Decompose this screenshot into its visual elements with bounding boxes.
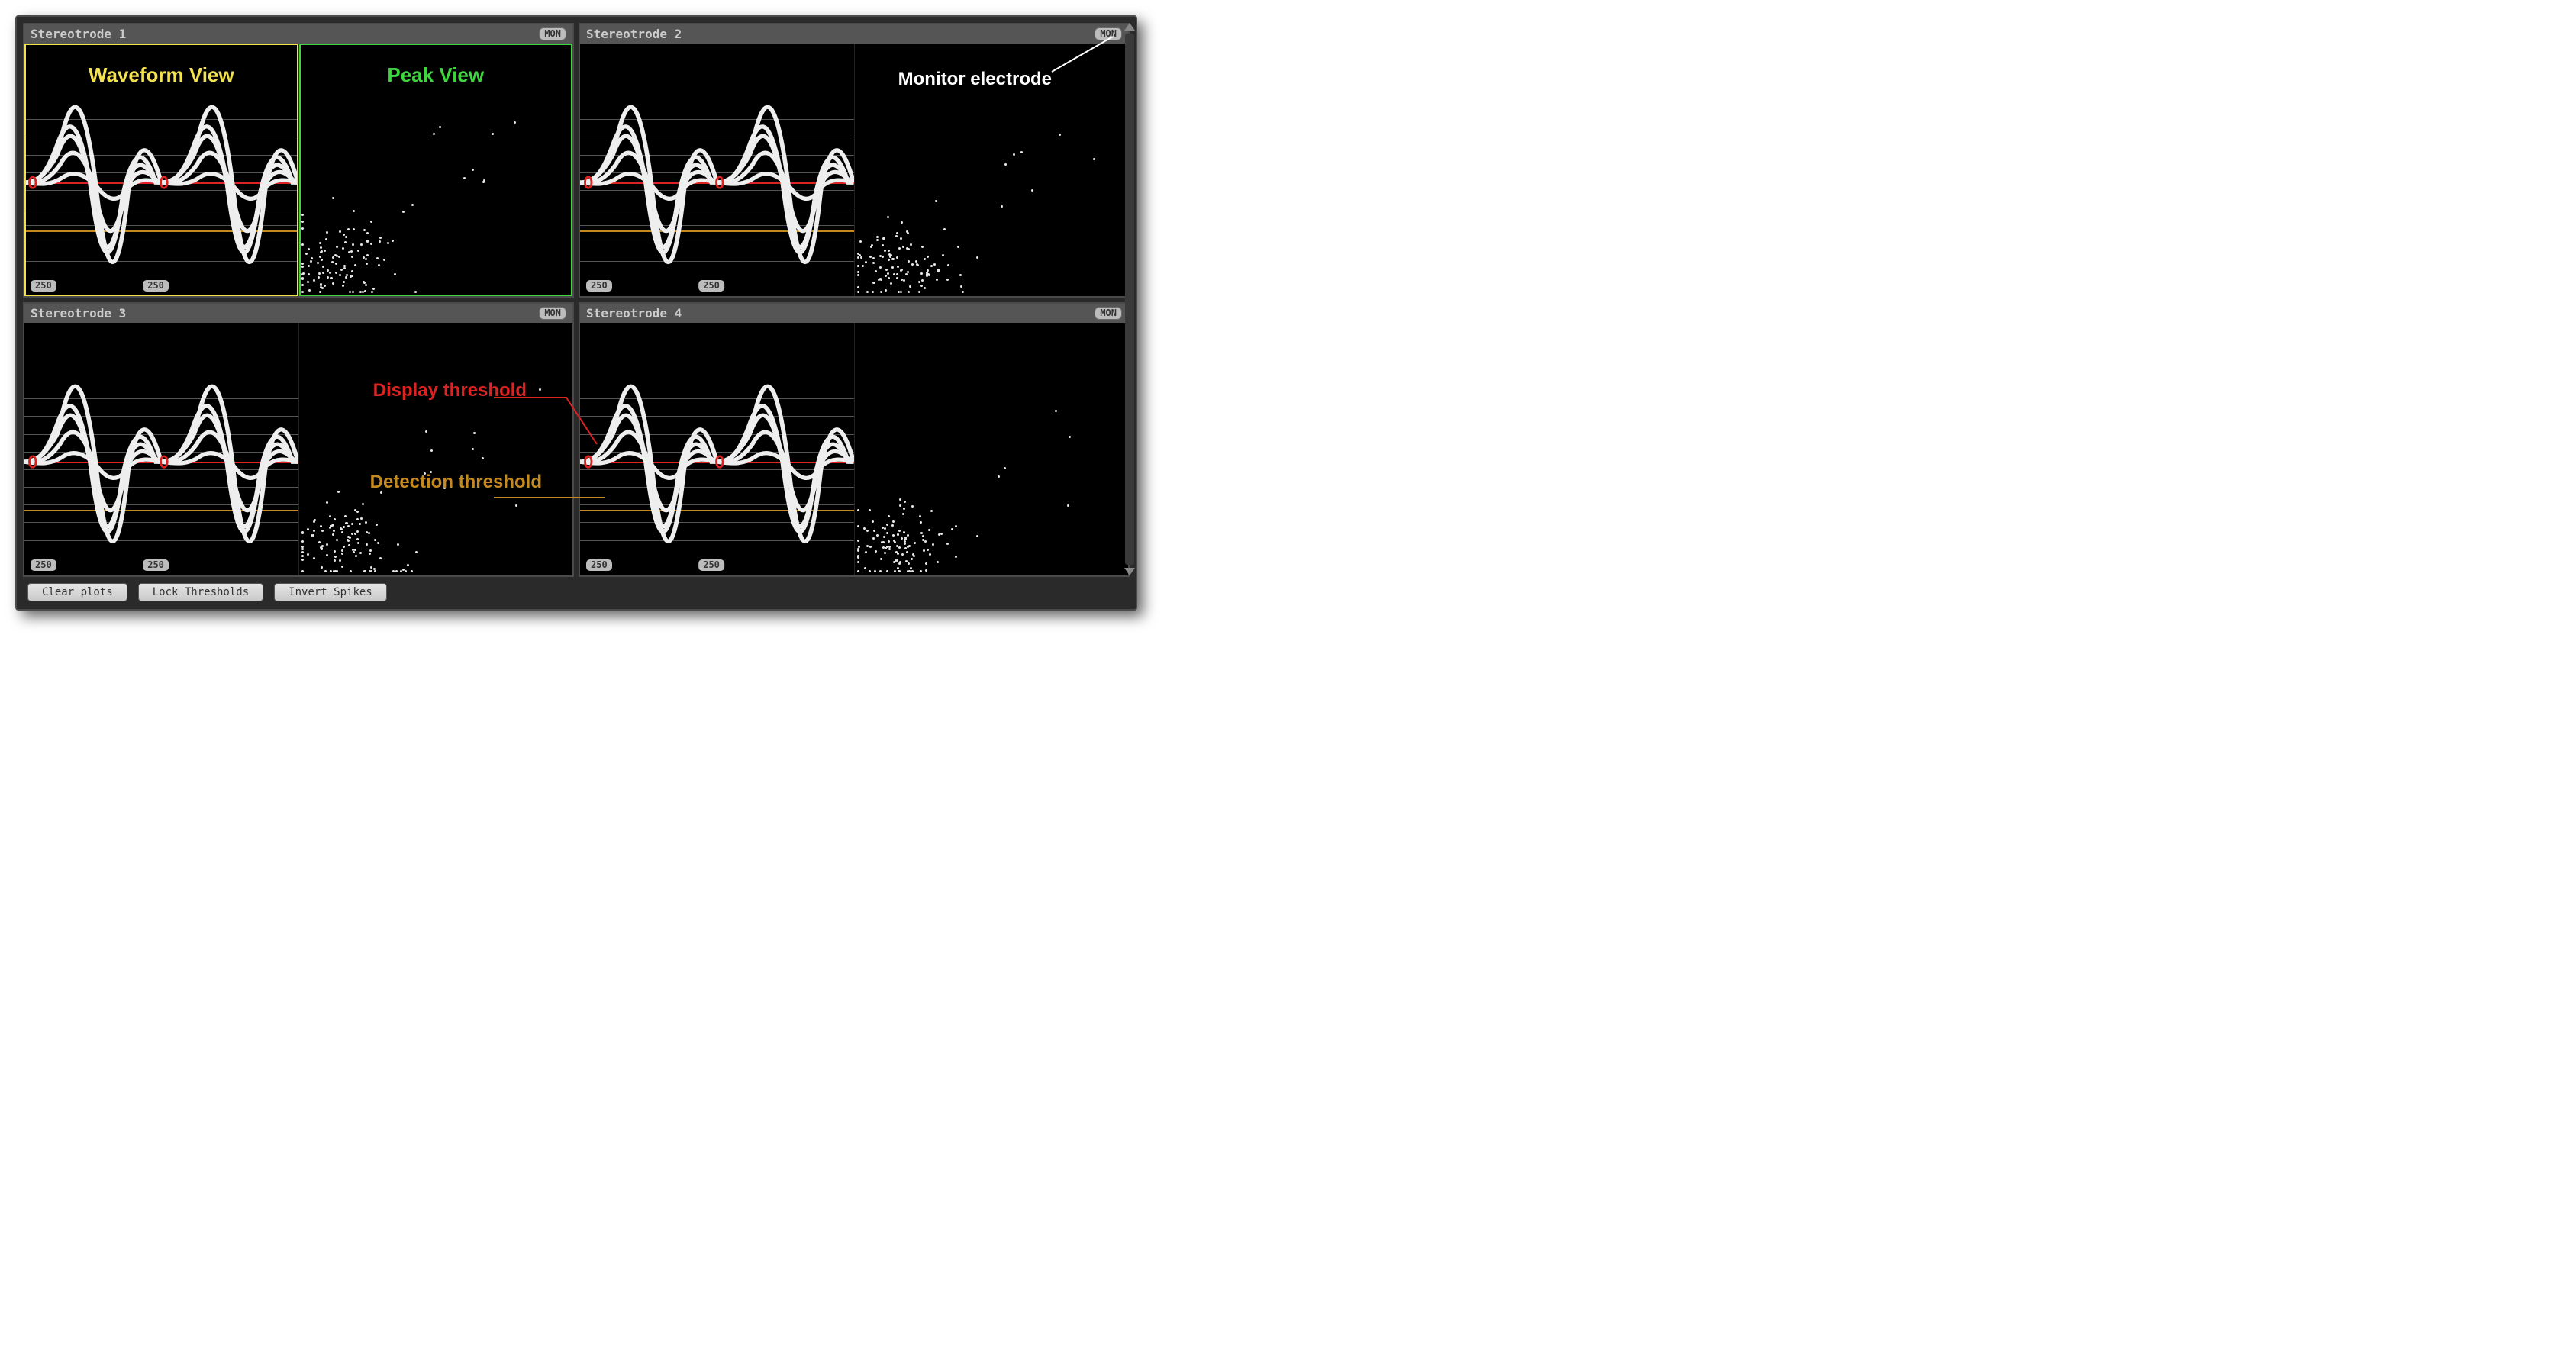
panel-title: Stereotrode 4 bbox=[586, 306, 682, 321]
panel-title: Stereotrode 2 bbox=[586, 27, 682, 41]
panel-stereotrode-1: Stereotrode 1 MON Waveform View 250250 P… bbox=[23, 23, 574, 298]
panel-stereotrode-4: Stereotrode 4 MON 250 250 bbox=[579, 302, 1130, 577]
monitor-button[interactable]: MON bbox=[539, 27, 566, 40]
gain-badge-ch2[interactable]: 250 bbox=[698, 280, 724, 292]
gain-badge-ch1[interactable]: 250 bbox=[586, 559, 612, 571]
panel-stereotrode-2: Stereotrode 2 MON 250250 Monitor electro… bbox=[579, 23, 1130, 298]
spike-waveforms bbox=[580, 44, 854, 296]
panel-grid: Stereotrode 1 MON Waveform View 250250 P… bbox=[23, 23, 1130, 577]
scroll-up-icon[interactable] bbox=[1124, 23, 1135, 31]
monitor-button[interactable]: MON bbox=[1095, 27, 1122, 40]
waveform-view[interactable]: 250 250 bbox=[580, 44, 855, 296]
panel-stereotrode-3: Stereotrode 3 MON 250250 Display thresho… bbox=[23, 302, 574, 577]
invert-spikes-button[interactable]: Invert Spikes bbox=[274, 583, 387, 601]
peak-view[interactable] bbox=[855, 323, 1129, 575]
gain-badge-ch1[interactable]: 250 bbox=[31, 559, 56, 571]
gain-badge-ch1[interactable]: 250 bbox=[586, 280, 612, 292]
monitor-button[interactable]: MON bbox=[1095, 307, 1122, 320]
bottom-toolbar: Clear plots Lock Thresholds Invert Spike… bbox=[23, 577, 1130, 603]
gain-badge-ch2[interactable]: 250 bbox=[143, 559, 169, 571]
vertical-scrollbar[interactable] bbox=[1123, 23, 1136, 575]
peak-view[interactable] bbox=[855, 44, 1129, 296]
spike-viewer-window: Stereotrode 1 MON Waveform View 250250 P… bbox=[15, 15, 1137, 611]
panel-title: Stereotrode 3 bbox=[31, 306, 126, 321]
lock-thresholds-button[interactable]: Lock Thresholds bbox=[138, 583, 263, 601]
peak-scatter bbox=[299, 44, 573, 296]
peak-scatter bbox=[855, 323, 1129, 575]
peak-view[interactable] bbox=[299, 323, 573, 575]
peak-scatter bbox=[855, 44, 1129, 296]
panel-title: Stereotrode 1 bbox=[31, 27, 126, 41]
spike-waveforms bbox=[24, 44, 298, 296]
peak-view[interactable]: Peak View bbox=[299, 44, 573, 296]
gain-badge-ch2[interactable]: 250 bbox=[143, 280, 169, 292]
gain-badge-ch1[interactable]: 250 bbox=[31, 280, 56, 292]
scroll-track[interactable] bbox=[1125, 34, 1134, 565]
spike-waveforms bbox=[580, 323, 854, 575]
panel-header: Stereotrode 3 MON bbox=[24, 304, 572, 323]
waveform-view[interactable]: Waveform View 250250 bbox=[24, 44, 299, 296]
gain-badge-ch2[interactable]: 250 bbox=[698, 559, 724, 571]
waveform-view[interactable]: 250 250 bbox=[24, 323, 299, 575]
scroll-down-icon[interactable] bbox=[1124, 568, 1135, 575]
spike-waveforms bbox=[24, 323, 298, 575]
clear-plots-button[interactable]: Clear plots bbox=[27, 583, 127, 601]
panel-header: Stereotrode 1 MON bbox=[24, 24, 572, 44]
panel-header: Stereotrode 4 MON bbox=[580, 304, 1128, 323]
waveform-view[interactable]: 250 250 bbox=[580, 323, 855, 575]
panel-header: Stereotrode 2 MON bbox=[580, 24, 1128, 44]
peak-scatter bbox=[299, 323, 573, 575]
monitor-button[interactable]: MON bbox=[539, 307, 566, 320]
